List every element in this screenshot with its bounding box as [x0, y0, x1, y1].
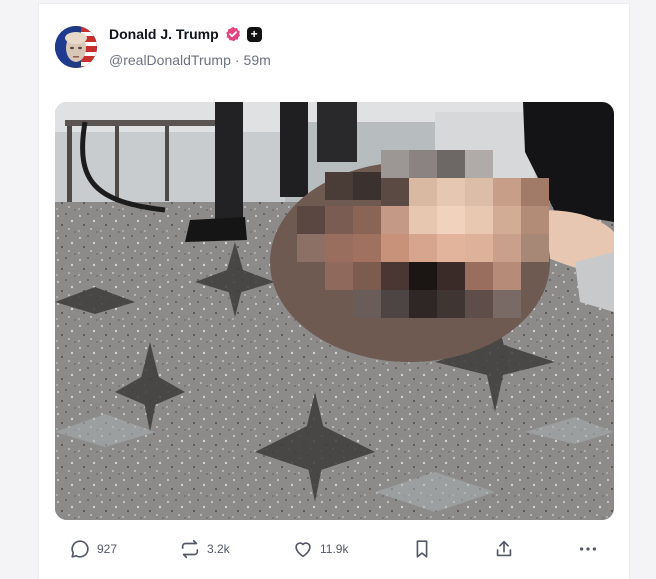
- repost-icon: [181, 539, 199, 559]
- reply-button[interactable]: 927: [69, 538, 117, 560]
- bookmark-icon: [416, 540, 428, 558]
- like-button[interactable]: 11.9k: [292, 538, 348, 560]
- author-avatar[interactable]: [55, 26, 97, 68]
- author-name-row: Donald J. Trump +: [109, 26, 262, 42]
- repost-button[interactable]: 3.2k: [179, 538, 230, 560]
- plus-icon[interactable]: +: [246, 26, 262, 42]
- more-options-button[interactable]: [577, 538, 599, 560]
- post-photo-graphic: [55, 102, 614, 520]
- meta-separator: ·: [234, 52, 240, 68]
- share-button[interactable]: [493, 538, 515, 560]
- post-card: Donald J. Trump + @realDonaldTrump · 59m: [38, 3, 630, 579]
- like-count: 11.9k: [320, 542, 349, 556]
- bookmark-button[interactable]: [411, 538, 433, 560]
- reply-icon: [71, 540, 89, 558]
- share-icon: [496, 540, 512, 557]
- author-name[interactable]: Donald J. Trump: [109, 26, 219, 42]
- heart-icon: [295, 542, 311, 558]
- author-handle[interactable]: @realDonaldTrump: [109, 52, 231, 68]
- more-icon: [579, 547, 597, 551]
- repost-count: 3.2k: [207, 542, 230, 556]
- reply-count: 927: [97, 542, 118, 556]
- post-time[interactable]: 59m: [244, 52, 271, 68]
- post-meta: @realDonaldTrump · 59m: [109, 52, 271, 68]
- post-actions: 927 3.2k 11.9k: [55, 538, 603, 566]
- post-image[interactable]: [55, 102, 614, 520]
- avatar-image: [55, 26, 97, 68]
- verified-badge-icon: [225, 26, 240, 42]
